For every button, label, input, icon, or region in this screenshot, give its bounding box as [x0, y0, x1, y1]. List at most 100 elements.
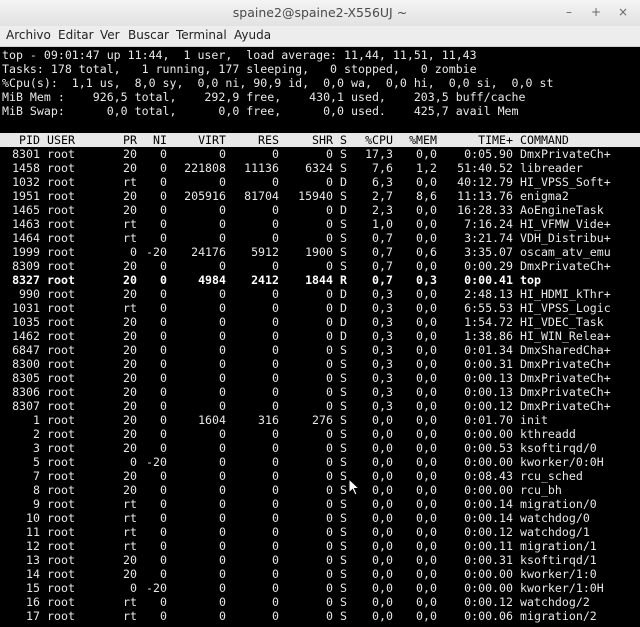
menu-ayuda[interactable]: Ayuda — [234, 28, 271, 42]
cell-shr: 0 — [326, 315, 333, 329]
cell-virt: 0 — [219, 329, 226, 343]
cell-res: 0 — [272, 455, 279, 469]
col-header-state: S — [340, 133, 347, 147]
cell-pid: 9 — [33, 497, 40, 511]
table-row: 990 root 20 0 0 0 0 D 0,3 0,0 2:48.13 HI_HDMI_kThr+ — [0, 287, 640, 301]
column-header: PID USER PR NI VIRT RES SHR S %CPU %MEM TIME+ COMMA… — [0, 133, 640, 147]
cell-mem: 0,0 — [416, 357, 437, 371]
maximize-button[interactable]: + — [589, 5, 603, 19]
cell-ni: 0 — [160, 427, 167, 441]
cell-virt: 0 — [219, 567, 226, 581]
cell-command: DmxSharedCha+ — [520, 343, 611, 357]
cell-state: S — [340, 581, 347, 595]
cell-ni: 0 — [160, 413, 167, 427]
cell-shr: 0 — [326, 581, 333, 595]
cell-pid: 8305 — [12, 371, 40, 385]
cell-command: DmxPrivateCh+ — [520, 399, 611, 413]
menu-buscar[interactable]: Buscar — [128, 28, 169, 42]
window-controls: – + × — [562, 5, 630, 19]
cell-shr: 0 — [326, 287, 333, 301]
cell-cpu: 0,3 — [372, 343, 393, 357]
cell-ni: 0 — [160, 567, 167, 581]
cell-virt: 0 — [219, 595, 226, 609]
cell-virt: 0 — [219, 441, 226, 455]
cell-mem: 1,2 — [416, 161, 437, 175]
cell-res: 0 — [272, 343, 279, 357]
cell-res: 0 — [272, 315, 279, 329]
cell-cpu: 0,0 — [372, 525, 393, 539]
cell-user: root — [47, 273, 75, 287]
cell-pid: 11 — [26, 525, 40, 539]
cell-pid: 16 — [26, 595, 40, 609]
cell-state: S — [340, 553, 347, 567]
cell-pr: 20 — [123, 413, 137, 427]
cell-shr: 0 — [326, 175, 333, 189]
cell-res: 0 — [272, 441, 279, 455]
cell-user: root — [47, 329, 75, 343]
cell-cpu: 0,0 — [372, 567, 393, 581]
cell-mem: 0,0 — [416, 595, 437, 609]
cell-ni: -20 — [146, 245, 167, 259]
cell-shr: 15940 — [298, 189, 333, 203]
cell-shr: 276 — [312, 413, 333, 427]
cell-state: S — [340, 469, 347, 483]
cell-cpu: 0,0 — [372, 553, 393, 567]
cell-time: 40:12.79 — [457, 175, 513, 189]
cell-state: S — [340, 231, 347, 245]
cell-user: root — [47, 427, 75, 441]
cell-pid: 1465 — [12, 203, 40, 217]
cell-ni: 0 — [160, 273, 167, 287]
cell-pr: 20 — [123, 567, 137, 581]
cell-time: 0:08.43 — [464, 469, 513, 483]
cell-shr: 0 — [326, 203, 333, 217]
cell-time: 0:00.11 — [464, 539, 513, 553]
cell-pr: 20 — [123, 385, 137, 399]
cell-res: 0 — [272, 581, 279, 595]
cell-user: root — [47, 455, 75, 469]
cell-pr: 20 — [123, 287, 137, 301]
table-row: 1031 root rt 0 0 0 0 D 0,3 0,0 6:55.53 HI_VPSS_Logi… — [0, 301, 640, 315]
cell-res: 316 — [258, 413, 279, 427]
cell-pid: 13 — [26, 553, 40, 567]
cell-ni: 0 — [160, 441, 167, 455]
close-button[interactable]: × — [616, 5, 630, 19]
cell-state: D — [340, 287, 347, 301]
cell-ni: 0 — [160, 511, 167, 525]
cell-command: watchdog/2 — [520, 595, 590, 609]
cell-state: D — [340, 301, 347, 315]
menu-archivo[interactable]: Archivo — [6, 28, 51, 42]
cell-pr: rt — [123, 539, 137, 553]
cell-user: root — [47, 231, 75, 245]
cell-command: DmxPrivateCh+ — [520, 371, 611, 385]
col-header-res: RES — [258, 133, 279, 147]
cell-res: 0 — [272, 511, 279, 525]
cell-ni: 0 — [160, 301, 167, 315]
cell-mem: 0,0 — [416, 553, 437, 567]
cell-time: 0:00.12 — [464, 525, 513, 539]
cell-cpu: 0,3 — [372, 357, 393, 371]
menu-terminal[interactable]: Terminal — [176, 28, 227, 42]
cell-state: S — [340, 385, 347, 399]
menu-editar[interactable]: Editar — [58, 28, 94, 42]
table-row: 8309 root 20 0 0 0 0 S 0,7 0,0 0:00.29 DmxPrivateCh… — [0, 259, 640, 273]
cell-user: root — [47, 525, 75, 539]
cell-command: kthreadd — [520, 427, 576, 441]
cell-shr: 0 — [326, 525, 333, 539]
cell-mem: 0,0 — [416, 455, 437, 469]
cell-ni: 0 — [160, 553, 167, 567]
menu-ver[interactable]: Ver — [100, 28, 120, 42]
title-bar[interactable]: spaine2@spaine2-X556UJ ~ – + × — [0, 0, 640, 26]
cell-virt: 0 — [219, 357, 226, 371]
cell-time: 0:05.90 — [464, 147, 513, 161]
cell-mem: 0,0 — [416, 539, 437, 553]
table-row: 8306 root 20 0 0 0 0 S 0,3 0,0 0:00.13 DmxPrivateCh… — [0, 385, 640, 399]
cell-mem: 0,0 — [416, 301, 437, 315]
cell-shr: 0 — [326, 217, 333, 231]
minimize-button[interactable]: – — [562, 5, 576, 19]
cell-pr: rt — [123, 609, 137, 623]
cell-pid: 3 — [33, 441, 40, 455]
terminal-output[interactable]: top - 09:01:47 up 11:44, 1 user, load av… — [0, 47, 640, 627]
cell-pr: 20 — [123, 343, 137, 357]
cell-mem: 0,0 — [416, 203, 437, 217]
table-row: 9 root rt 0 0 0 0 S 0,0 0,0 0:00.14 migration/0 — [0, 497, 640, 511]
